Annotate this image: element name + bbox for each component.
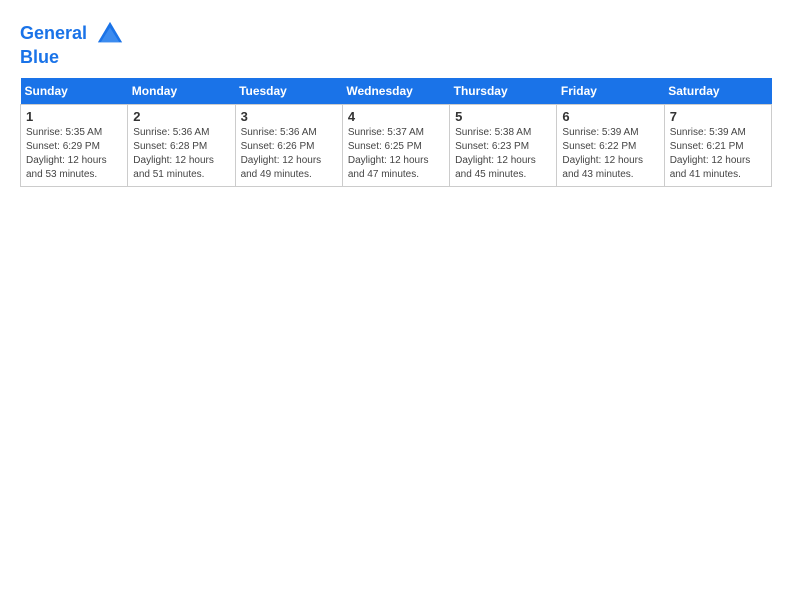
day-info: Sunrise: 5:38 AM Sunset: 6:23 PM Dayligh… <box>455 126 551 182</box>
header-row: SundayMondayTuesdayWednesdayThursdayFrid… <box>21 78 772 105</box>
day-info: Sunrise: 5:35 AM Sunset: 6:29 PM Dayligh… <box>26 126 122 182</box>
calendar-cell-1: 1 Sunrise: 5:35 AM Sunset: 6:29 PM Daylig… <box>21 104 128 186</box>
calendar-row-1: 1 Sunrise: 5:35 AM Sunset: 6:29 PM Daylig… <box>21 104 772 186</box>
calendar-cell-2: 2 Sunrise: 5:36 AM Sunset: 6:28 PM Daylig… <box>128 104 235 186</box>
logo: General Blue <box>20 20 124 68</box>
day-info: Sunrise: 5:36 AM Sunset: 6:28 PM Dayligh… <box>133 126 229 182</box>
day-header-monday: Monday <box>128 78 235 105</box>
logo-blue: Blue <box>20 48 124 68</box>
day-number: 3 <box>241 109 337 124</box>
day-header-sunday: Sunday <box>21 78 128 105</box>
day-header-saturday: Saturday <box>664 78 771 105</box>
calendar-cell-6: 6 Sunrise: 5:39 AM Sunset: 6:22 PM Daylig… <box>557 104 664 186</box>
day-header-wednesday: Wednesday <box>342 78 449 105</box>
calendar-cell-5: 5 Sunrise: 5:38 AM Sunset: 6:23 PM Daylig… <box>450 104 557 186</box>
day-number: 7 <box>670 109 766 124</box>
day-header-thursday: Thursday <box>450 78 557 105</box>
day-number: 1 <box>26 109 122 124</box>
calendar-cell-3: 3 Sunrise: 5:36 AM Sunset: 6:26 PM Daylig… <box>235 104 342 186</box>
day-number: 6 <box>562 109 658 124</box>
page-header: General Blue <box>20 20 772 68</box>
day-header-friday: Friday <box>557 78 664 105</box>
logo-text: General <box>20 20 124 48</box>
calendar-cell-7: 7 Sunrise: 5:39 AM Sunset: 6:21 PM Daylig… <box>664 104 771 186</box>
day-info: Sunrise: 5:39 AM Sunset: 6:21 PM Dayligh… <box>670 126 766 182</box>
day-info: Sunrise: 5:36 AM Sunset: 6:26 PM Dayligh… <box>241 126 337 182</box>
day-number: 2 <box>133 109 229 124</box>
day-info: Sunrise: 5:37 AM Sunset: 6:25 PM Dayligh… <box>348 126 444 182</box>
calendar-cell-4: 4 Sunrise: 5:37 AM Sunset: 6:25 PM Daylig… <box>342 104 449 186</box>
day-header-tuesday: Tuesday <box>235 78 342 105</box>
day-info: Sunrise: 5:39 AM Sunset: 6:22 PM Dayligh… <box>562 126 658 182</box>
calendar-table: SundayMondayTuesdayWednesdayThursdayFrid… <box>20 78 772 187</box>
day-number: 5 <box>455 109 551 124</box>
day-number: 4 <box>348 109 444 124</box>
